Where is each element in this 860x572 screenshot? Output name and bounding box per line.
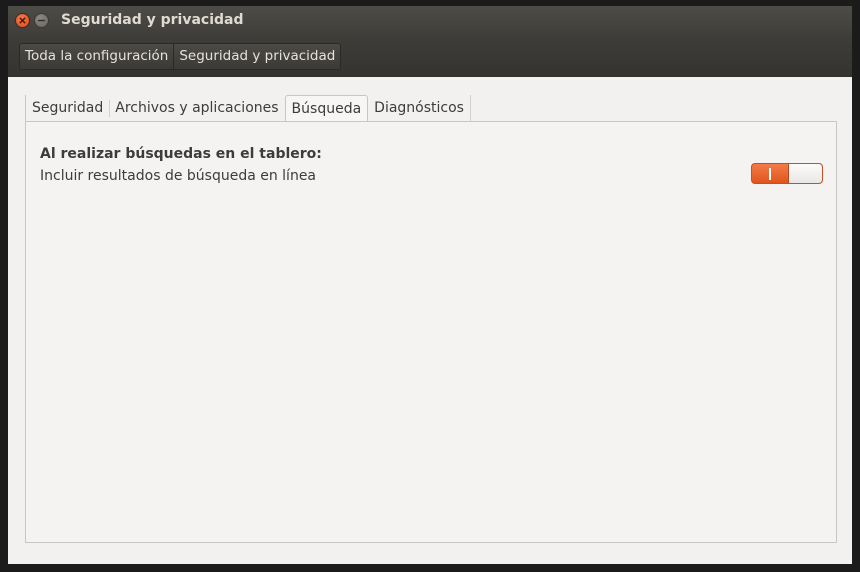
switch-on-indicator-icon	[769, 168, 771, 180]
minimize-icon	[38, 19, 45, 22]
window-title: Seguridad y privacidad	[61, 12, 244, 28]
close-icon	[19, 17, 26, 24]
online-results-toggle[interactable]	[751, 163, 823, 184]
tab-diagnostics[interactable]: Diagnósticos	[368, 95, 471, 122]
close-button[interactable]	[15, 13, 30, 28]
online-results-label: Incluir resultados de búsqueda en línea	[40, 168, 317, 184]
breadcrumb-all-settings[interactable]: Toda la configuración	[20, 44, 174, 69]
minimize-button[interactable]	[34, 13, 49, 28]
search-tab-panel: Al realizar búsquedas en el tablero: Inc…	[25, 121, 837, 543]
breadcrumb-security-privacy[interactable]: Seguridad y privacidad	[173, 44, 341, 69]
switch-knob[interactable]	[788, 164, 822, 183]
toolbar: Toda la configuración Seguridad y privac…	[8, 36, 852, 77]
section-heading: Al realizar búsquedas en el tablero:	[40, 146, 322, 162]
tab-search[interactable]: Búsqueda	[284, 95, 369, 122]
title-bar: Seguridad y privacidad	[8, 6, 852, 36]
settings-window: Seguridad y privacidad Toda la configura…	[8, 6, 852, 564]
tab-files-applications[interactable]: Archivos y aplicaciones	[109, 95, 285, 122]
breadcrumb: Toda la configuración Seguridad y privac…	[19, 43, 342, 70]
tab-bar: Seguridad Archivos y aplicaciones Búsque…	[25, 95, 471, 122]
tab-security[interactable]: Seguridad	[25, 95, 110, 122]
